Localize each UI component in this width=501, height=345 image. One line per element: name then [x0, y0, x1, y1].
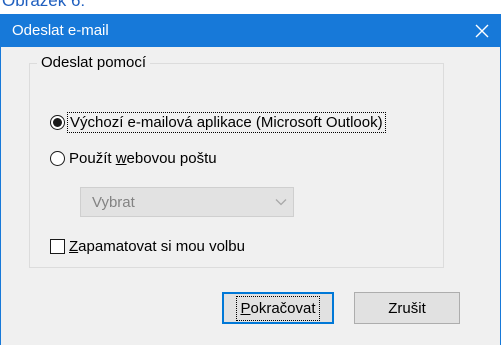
remember-choice-checkbox[interactable]	[50, 239, 65, 254]
radio-default-app[interactable]: Výchozí e-mailová aplikace (Microsoft Ou…	[50, 112, 386, 133]
cancel-button-label: Zrušit	[388, 299, 426, 317]
caption-text: Obrázek 6:	[2, 0, 86, 10]
radio-webmail-label-suffix: ebovou poštu	[126, 150, 217, 167]
send-via-legend: Odeslat pomocí	[37, 54, 151, 71]
radio-webmail-label-prefix: Použít	[69, 150, 116, 167]
webmail-select-value: Vybrat	[92, 194, 135, 211]
title-bar: Odeslat e-mail	[1, 14, 500, 47]
remember-choice-label-rest: apamatovat si mou volbu	[78, 238, 245, 255]
dialog-title: Odeslat e-mail	[12, 22, 109, 39]
radio-webmail-label: Použít webovou poštu	[69, 150, 217, 167]
cancel-button[interactable]: Zrušit	[354, 292, 460, 324]
radio-webmail-indicator[interactable]	[50, 151, 65, 166]
continue-button-label-accel: P	[240, 299, 251, 317]
continue-button-label: Pokračovat	[236, 295, 320, 321]
radio-default-app-indicator[interactable]	[50, 115, 65, 130]
continue-button-label-rest: okračovat	[250, 299, 316, 317]
radio-webmail[interactable]: Použít webovou poštu	[50, 150, 217, 167]
close-button[interactable]	[464, 14, 500, 47]
remember-choice-label-accel: Z	[69, 238, 79, 255]
radio-default-app-label: Výchozí e-mailová aplikace (Microsoft Ou…	[67, 112, 386, 133]
remember-choice-label: Zapamatovat si mou volbu	[69, 238, 245, 255]
chevron-down-icon	[268, 188, 293, 216]
radio-webmail-label-accel: w	[115, 150, 127, 167]
remember-choice-checkbox-row[interactable]: Zapamatovat si mou volbu	[50, 238, 245, 255]
webmail-select[interactable]: Vybrat	[80, 187, 294, 217]
close-icon	[475, 24, 489, 37]
document-caption: Obrázek 6:	[0, 0, 501, 14]
continue-button[interactable]: Pokračovat	[222, 292, 334, 324]
